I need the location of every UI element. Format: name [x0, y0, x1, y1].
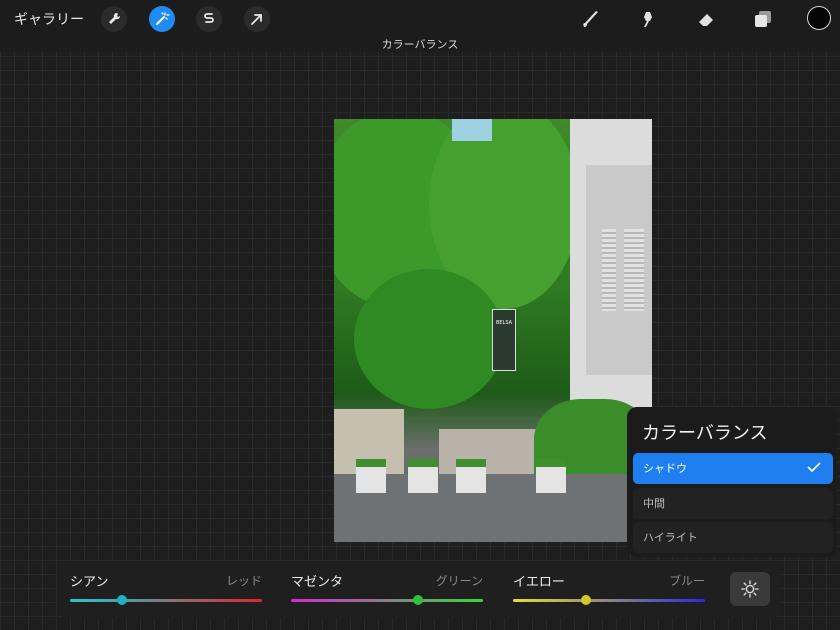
slider-track[interactable]: [70, 599, 262, 602]
option-midtones[interactable]: 中間: [633, 488, 833, 519]
option-shadows[interactable]: シャドウ: [633, 453, 833, 484]
option-label: 中間: [643, 497, 665, 510]
photo-sign-text: BELSA: [495, 320, 513, 326]
photo-sky: [452, 119, 492, 141]
top-toolbar: ギャラリー カラーバランス: [0, 0, 840, 52]
yellow-blue-slider[interactable]: イエロー ブルー: [513, 571, 705, 605]
photo-planter: [408, 459, 438, 493]
gallery-button[interactable]: ギャラリー: [14, 9, 84, 29]
check-icon: [807, 462, 821, 472]
magic-wand-icon[interactable]: [149, 6, 175, 32]
wrench-icon[interactable]: [101, 6, 127, 32]
slider-knob[interactable]: [116, 595, 127, 605]
photo-sign: BELSA: [492, 309, 516, 371]
color-picker-button[interactable]: [807, 6, 831, 30]
photo-shutter: [624, 229, 644, 311]
slider-knob[interactable]: [412, 595, 423, 605]
brush-icon[interactable]: [577, 5, 605, 33]
option-highlights[interactable]: ハイライト: [633, 522, 833, 553]
layers-icon[interactable]: [749, 5, 777, 33]
panel-title: カラーバランス: [642, 423, 768, 444]
sun-icon: [741, 580, 759, 598]
slider-right-label: レッド: [225, 574, 262, 588]
slider-left-label: マゼンタ: [291, 575, 344, 590]
adjustment-title: カラーバランス: [381, 38, 459, 51]
selection-s-icon[interactable]: [196, 6, 222, 32]
option-label: シャドウ: [643, 462, 687, 475]
preserve-luminosity-button[interactable]: [730, 572, 770, 606]
smudge-icon[interactable]: [634, 5, 662, 33]
slider-track[interactable]: [291, 599, 483, 602]
cyan-red-slider[interactable]: シアン レッド: [70, 571, 262, 605]
slider-left-label: イエロー: [513, 575, 565, 590]
slider-right-label: グリーン: [435, 574, 483, 588]
photo-planter: [456, 459, 486, 493]
option-label: ハイライト: [643, 531, 698, 544]
photo-planter: [536, 459, 566, 493]
eraser-icon[interactable]: [692, 5, 720, 33]
slider-right-label: ブルー: [668, 574, 705, 588]
magenta-green-slider[interactable]: マゼンタ グリーン: [291, 571, 483, 605]
photo-tree: [354, 269, 504, 409]
color-balance-panel: カラーバランス シャドウ 中間 ハイライト: [627, 407, 837, 557]
slider-left-label: シアン: [70, 575, 109, 590]
photo-planter: [356, 459, 386, 493]
slider-knob[interactable]: [580, 595, 591, 605]
arrow-cursor-icon[interactable]: [244, 6, 270, 32]
slider-track[interactable]: [513, 599, 705, 602]
slider-bar: シアン レッド マゼンタ グリーン イエロー ブルー: [57, 561, 781, 618]
canvas-photo[interactable]: BELSA: [334, 119, 652, 542]
photo-shutter: [602, 229, 616, 311]
